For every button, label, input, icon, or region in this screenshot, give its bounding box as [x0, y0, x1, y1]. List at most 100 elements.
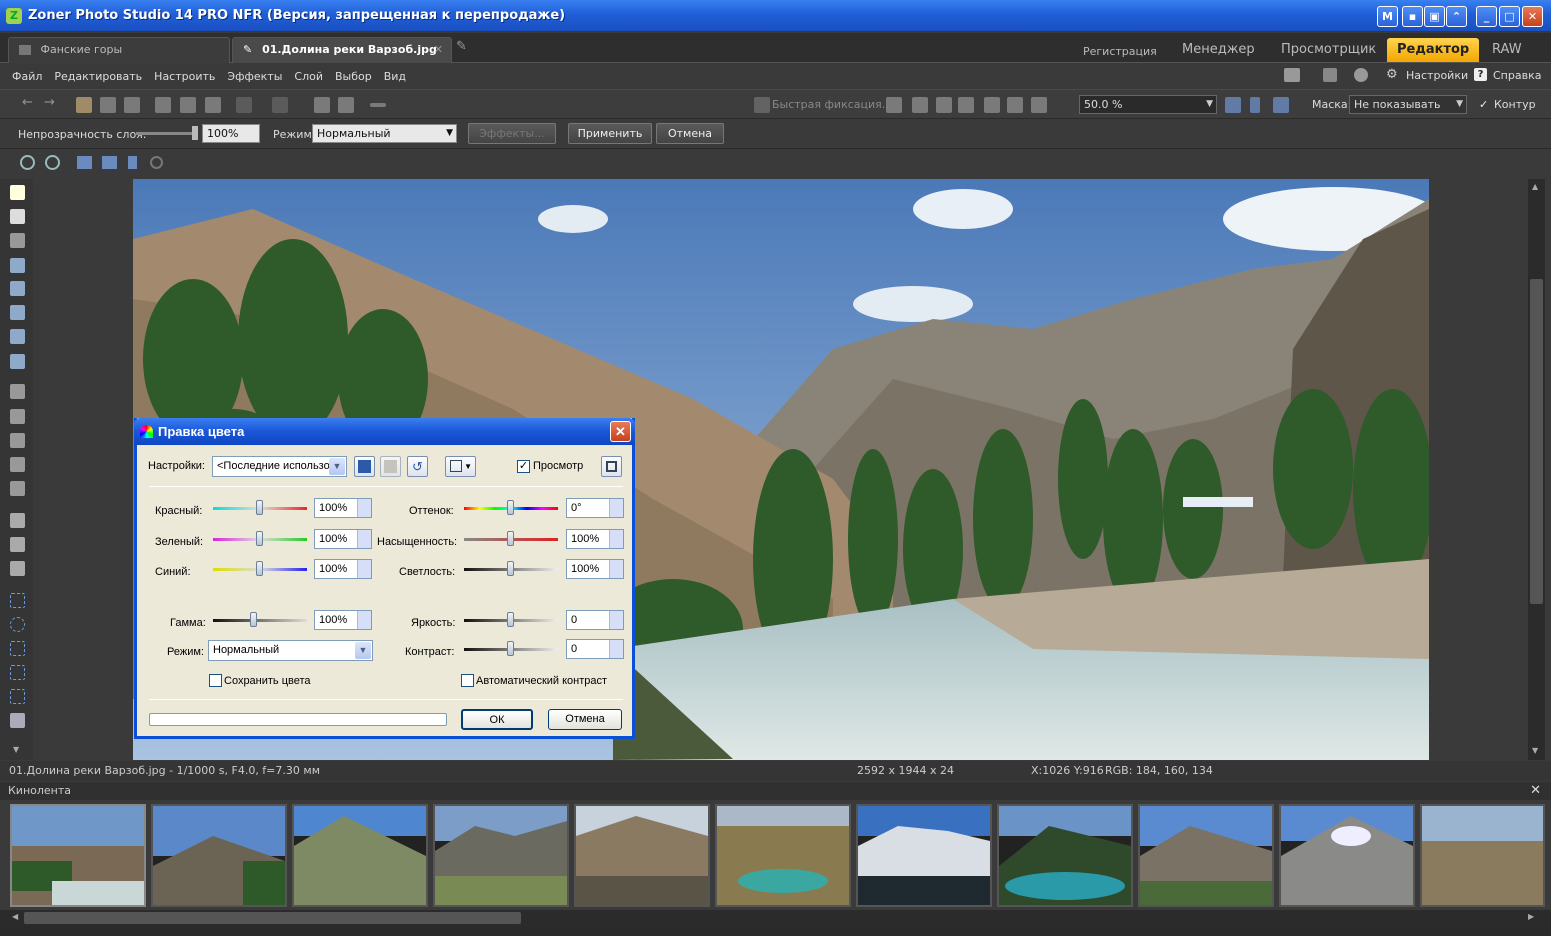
info-icon[interactable]: ⌃: [1446, 6, 1467, 27]
red-slider[interactable]: [213, 498, 307, 518]
print-icon[interactable]: [124, 97, 140, 113]
scroll-down-icon[interactable]: ▼: [13, 745, 19, 754]
menu-help[interactable]: Справка: [1493, 69, 1541, 82]
save-preset-icon[interactable]: [354, 456, 375, 477]
thumbnail[interactable]: [574, 804, 710, 907]
thumbnail[interactable]: [151, 804, 287, 907]
gear-icon[interactable]: ⚙: [1386, 67, 1398, 82]
paste-new-icon[interactable]: [205, 97, 221, 113]
ellipse-select-icon[interactable]: [10, 617, 25, 632]
vertical-scrollbar[interactable]: ▲ ▼: [1528, 179, 1545, 760]
fit-height-icon[interactable]: [128, 156, 137, 169]
thumbnail[interactable]: [1279, 804, 1415, 907]
dialog-cancel-button[interactable]: Отмена: [548, 709, 622, 730]
globe-icon[interactable]: [1354, 68, 1368, 82]
menu-adjust[interactable]: Настроить: [148, 70, 221, 83]
effects-button[interactable]: Эффекты...: [468, 123, 556, 144]
copy-icon[interactable]: [155, 97, 171, 113]
filmstrip-close-icon[interactable]: ✕: [1530, 782, 1541, 800]
brush-icon[interactable]: [936, 97, 952, 113]
smudge-tool-icon[interactable]: [10, 481, 25, 496]
quick-fix-icon[interactable]: [754, 97, 770, 113]
brightness-slider[interactable]: [464, 610, 558, 630]
apply-button[interactable]: Применить: [568, 123, 652, 144]
menu-view[interactable]: Вид: [378, 70, 412, 83]
thumbnail[interactable]: [1420, 804, 1545, 907]
opacity-field[interactable]: 100%: [202, 124, 260, 143]
cancel-button[interactable]: Отмена: [656, 123, 724, 144]
save-icon[interactable]: [100, 97, 116, 113]
heal-tool-icon[interactable]: [10, 433, 25, 448]
opacity-slider[interactable]: [136, 132, 198, 135]
reset-icon[interactable]: ↺: [407, 456, 428, 477]
thumbnail[interactable]: [1138, 804, 1274, 907]
opacity-slider-knob[interactable]: [192, 126, 198, 140]
redo-icon[interactable]: [272, 97, 288, 113]
actual-size-icon[interactable]: [1273, 97, 1289, 113]
dialog-close-button[interactable]: ✕: [610, 421, 631, 442]
paste-icon[interactable]: [180, 97, 196, 113]
green-field[interactable]: 100%: [314, 529, 372, 549]
menu-edit[interactable]: Редактировать: [48, 70, 148, 83]
filmstrip-scrollbar[interactable]: ◀ ▶: [0, 910, 1551, 926]
layout-toggle-icon[interactable]: [601, 456, 622, 477]
mask-select[interactable]: Не показывать ▼: [1349, 95, 1467, 114]
share-icon[interactable]: [1323, 68, 1337, 82]
rect-select-icon[interactable]: [10, 593, 25, 608]
thumbnail[interactable]: [856, 804, 992, 907]
menu-layer[interactable]: Слой: [288, 70, 329, 83]
tab-raw[interactable]: RAW: [1482, 38, 1532, 62]
fit-height-icon[interactable]: [1250, 97, 1260, 113]
fill-tool-icon[interactable]: [10, 537, 25, 552]
thumbnail[interactable]: [10, 804, 146, 907]
saturation-field[interactable]: 100%: [566, 529, 624, 549]
filter-icon-1[interactable]: [886, 97, 902, 113]
forward-icon[interactable]: →: [44, 95, 60, 111]
tab-varzob-image[interactable]: ✎ 01.Долина реки Варзоб.jpg ✕: [232, 37, 452, 63]
back-icon[interactable]: ←: [22, 95, 38, 111]
tab-viewer[interactable]: Просмотрщик: [1271, 38, 1386, 62]
contour-checkbox[interactable]: ✓: [1479, 98, 1488, 111]
thumbnail[interactable]: [433, 804, 569, 907]
warp-tool-icon[interactable]: [10, 329, 25, 344]
thumbnail[interactable]: [997, 804, 1133, 907]
auto-contrast-checkbox[interactable]: [461, 674, 474, 687]
minimize-button[interactable]: _: [1476, 6, 1497, 27]
maximize-button[interactable]: □: [1499, 6, 1520, 27]
zoom-in-icon[interactable]: [20, 155, 35, 170]
blue-field[interactable]: 100%: [314, 559, 372, 579]
crop-icon[interactable]: [1007, 97, 1023, 113]
menu-settings[interactable]: Настройки: [1406, 69, 1468, 82]
frame-tool-icon[interactable]: [10, 305, 25, 320]
crop-tool-icon[interactable]: [10, 233, 25, 248]
tab-close-icon[interactable]: ✕: [434, 38, 443, 62]
bulb-icon[interactable]: [958, 97, 974, 113]
straighten-tool-icon[interactable]: [10, 258, 25, 273]
preview-checkbox[interactable]: ✓: [517, 460, 530, 473]
scroll-up-icon[interactable]: ▲: [1532, 182, 1538, 191]
brightness-field[interactable]: 0: [566, 610, 624, 630]
mode-select[interactable]: Нормальный ▼: [312, 124, 457, 143]
register-link[interactable]: Регистрация: [1073, 40, 1167, 64]
divider-icon[interactable]: [370, 103, 386, 107]
polygon-lasso-icon[interactable]: [10, 665, 25, 680]
dialog-mode-select[interactable]: Нормальный ▼: [208, 640, 373, 661]
tab-manager[interactable]: Менеджер: [1172, 38, 1265, 62]
stamp-tool-icon[interactable]: [10, 409, 25, 424]
gamma-field[interactable]: 100%: [314, 610, 372, 630]
resize-icon[interactable]: [1031, 97, 1047, 113]
layers-icon[interactable]: [314, 97, 330, 113]
new-tab-icon[interactable]: ✎: [456, 39, 467, 54]
thumbnail[interactable]: [292, 804, 428, 907]
open-folder-icon[interactable]: [76, 97, 92, 113]
scroll-down-icon[interactable]: ▼: [1532, 746, 1538, 755]
perspective-tool-icon[interactable]: [10, 281, 25, 296]
gradient-tool-icon[interactable]: [10, 354, 25, 369]
fit-window-icon[interactable]: [102, 156, 117, 169]
triangle-icon[interactable]: [984, 97, 1000, 113]
app-extra-icon[interactable]: M: [1377, 6, 1398, 27]
settings-select[interactable]: <Последние использо ▼: [212, 456, 347, 477]
menu-file[interactable]: Файл: [6, 70, 48, 83]
close-button[interactable]: ✕: [1522, 6, 1543, 27]
gamma-slider[interactable]: [213, 610, 307, 630]
